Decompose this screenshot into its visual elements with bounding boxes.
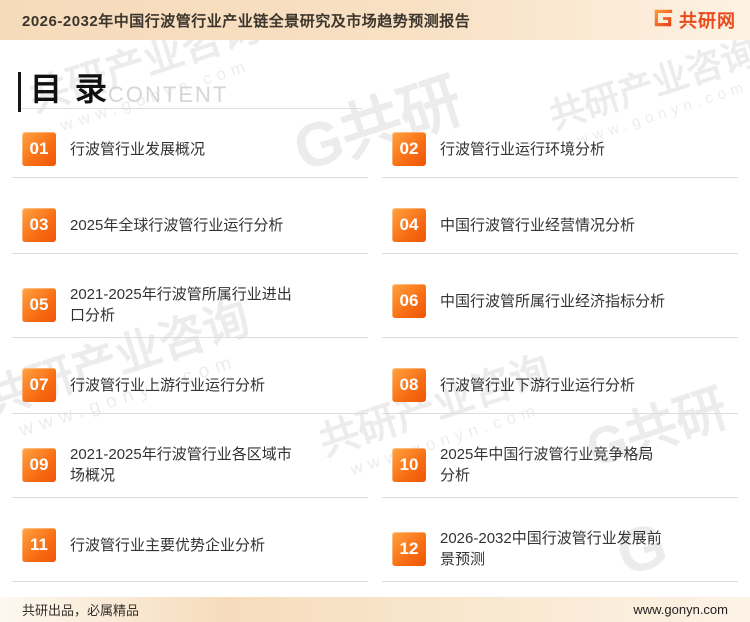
- toc-item-number-badge: 12: [392, 532, 426, 566]
- toc-item-number-badge: 09: [22, 448, 56, 482]
- toc-item-11: 11 行波管行业主要优势企业分析: [12, 528, 368, 582]
- toc-item-label: 中国行波管所属行业经济指标分析: [440, 292, 666, 310]
- toc-item-01: 01 行波管行业发展概况: [12, 132, 368, 178]
- toc-title: 目 录: [30, 71, 109, 107]
- toc-item-number-badge: 10: [392, 448, 426, 482]
- toc-title-accent-bar: [18, 72, 21, 112]
- toc-item-05: 05 2021-2025年行波管所属行业进出口分析: [12, 284, 368, 338]
- toc-item-row: 02 行波管行业运行环境分析: [382, 132, 738, 166]
- toc-item-row: 10 2025年中国行波管行业竞争格局分析: [382, 444, 738, 486]
- g-logo-icon: [652, 7, 674, 34]
- page-footer: 共研出品，必属精品 www.gonyn.com: [0, 597, 750, 622]
- toc-item-04: 04 中国行波管行业经营情况分析: [382, 208, 738, 254]
- toc-item-row: 04 中国行波管行业经营情况分析: [382, 208, 738, 242]
- toc-item-label: 2025年中国行波管行业竞争格局分析: [440, 446, 654, 484]
- toc-item-row: 11 行波管行业主要优势企业分析: [12, 528, 368, 562]
- toc-item-08: 08 行波管行业下游行业运行分析: [382, 368, 738, 414]
- toc-item-row: 09 2021-2025年行波管行业各区域市场概况: [12, 444, 368, 486]
- toc-title-divider: [22, 108, 362, 109]
- toc-item-number-badge: 07: [22, 368, 56, 402]
- brand-logo: 共研网: [652, 7, 736, 34]
- toc-item-label: 中国行波管行业经营情况分析: [440, 216, 636, 234]
- footer-slogan: 共研出品，必属精品: [22, 603, 140, 618]
- toc-item-12: 12 2026-2032中国行波管行业发展前景预测: [382, 528, 738, 582]
- toc-item-number-badge: 06: [392, 284, 426, 318]
- toc-item-row: 03 2025年全球行波管行业运行分析: [12, 208, 368, 242]
- toc-item-row: 08 行波管行业下游行业运行分析: [382, 368, 738, 402]
- report-title: 2026-2032年中国行波管行业产业链全景研究及市场趋势预测报告: [22, 12, 471, 30]
- toc-item-label: 行波管行业主要优势企业分析: [70, 536, 266, 554]
- toc-item-label: 2021-2025年行波管行业各区域市场概况: [70, 446, 292, 484]
- report-header: 2026-2032年中国行波管行业产业链全景研究及市场趋势预测报告 共研网: [0, 0, 750, 40]
- toc-item-label: 行波管行业运行环境分析: [440, 140, 606, 158]
- toc-list: 01 行波管行业发展概况 02 行波管行业运行环境分析 03 2025年全球行波…: [12, 132, 738, 582]
- toc-item-row: 07 行波管行业上游行业运行分析: [12, 368, 368, 402]
- footer-url[interactable]: www.gonyn.com: [633, 602, 728, 617]
- toc-item-row: 12 2026-2032中国行波管行业发展前景预测: [382, 528, 738, 570]
- toc-item-label: 2025年全球行波管行业运行分析: [70, 216, 284, 234]
- toc-item-row: 01 行波管行业发展概况: [12, 132, 368, 166]
- toc-item-row: 06 中国行波管所属行业经济指标分析: [382, 284, 738, 318]
- toc-item-number-badge: 05: [22, 288, 56, 322]
- toc-item-label: 行波管行业上游行业运行分析: [70, 376, 266, 394]
- toc-item-number-badge: 04: [392, 208, 426, 242]
- toc-item-06: 06 中国行波管所属行业经济指标分析: [382, 284, 738, 338]
- toc-item-03: 03 2025年全球行波管行业运行分析: [12, 208, 368, 254]
- toc-item-number-badge: 02: [392, 132, 426, 166]
- toc-item-09: 09 2021-2025年行波管行业各区域市场概况: [12, 444, 368, 498]
- brand-logo-text: 共研网: [679, 11, 736, 31]
- toc-item-07: 07 行波管行业上游行业运行分析: [12, 368, 368, 414]
- watermark-text: 共研产业咨询: [543, 31, 750, 137]
- toc-item-02: 02 行波管行业运行环境分析: [382, 132, 738, 178]
- toc-item-label: 行波管行业发展概况: [70, 140, 206, 158]
- toc-item-label: 行波管行业下游行业运行分析: [440, 376, 636, 394]
- toc-item-number-badge: 08: [392, 368, 426, 402]
- toc-item-number-badge: 03: [22, 208, 56, 242]
- toc-item-number-badge: 11: [22, 528, 56, 562]
- toc-item-10: 10 2025年中国行波管行业竞争格局分析: [382, 444, 738, 498]
- toc-subtitle: CONTENT: [108, 82, 229, 107]
- toc-item-label: 2021-2025年行波管所属行业进出口分析: [70, 286, 292, 324]
- toc-item-row: 05 2021-2025年行波管所属行业进出口分析: [12, 284, 368, 326]
- toc-item-label: 2026-2032中国行波管行业发展前景预测: [440, 530, 662, 568]
- toc-item-number-badge: 01: [22, 132, 56, 166]
